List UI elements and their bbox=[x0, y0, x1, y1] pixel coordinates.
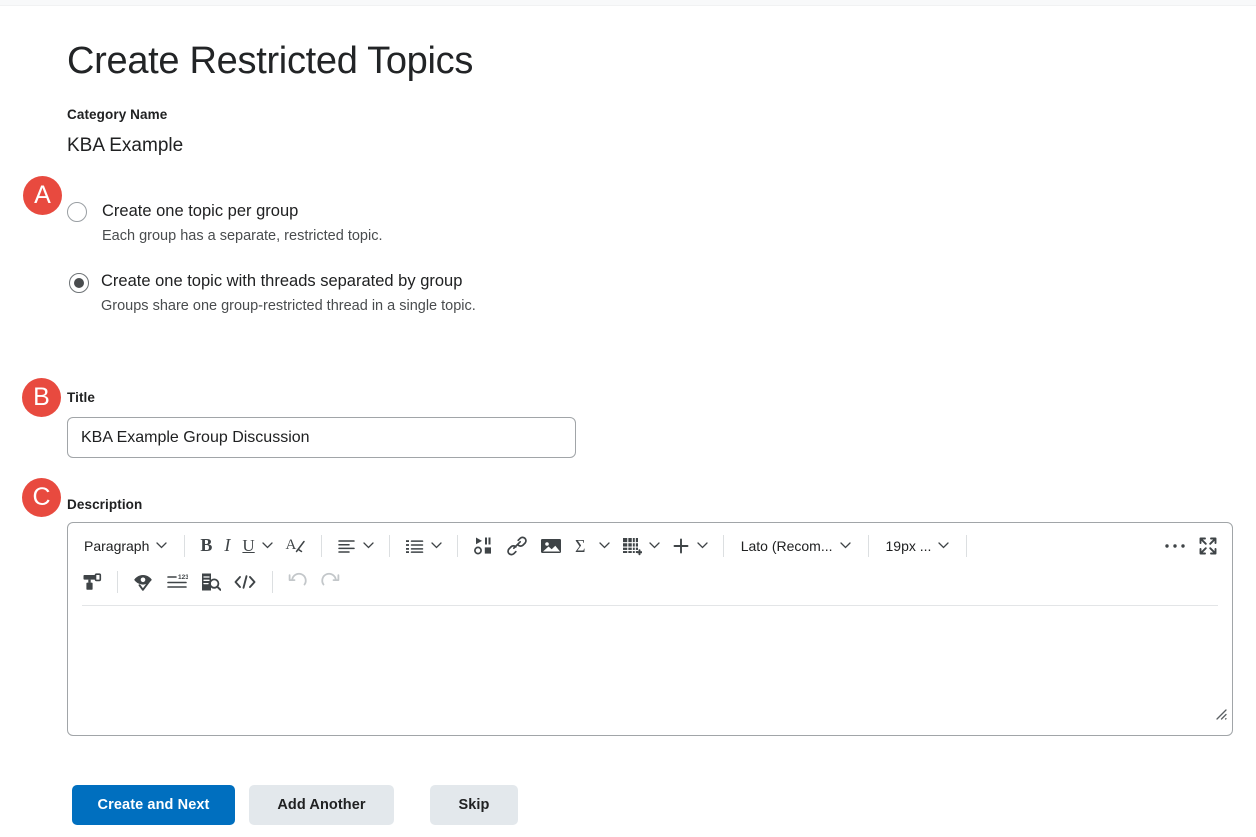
chevron-down-icon bbox=[431, 542, 442, 549]
insert-image-button[interactable] bbox=[534, 531, 568, 561]
category-name-value: KBA Example bbox=[67, 135, 183, 157]
topic-type-radio-group: Create one topic per group Each group ha… bbox=[67, 200, 667, 340]
description-editor-body[interactable] bbox=[68, 606, 1232, 724]
svg-text:123: 123 bbox=[178, 574, 188, 581]
accessibility-checker-icon bbox=[133, 572, 154, 592]
insert-image-icon bbox=[540, 537, 562, 555]
create-and-next-button[interactable]: Create and Next bbox=[72, 785, 235, 825]
radio-option-one-topic-threads-by-group[interactable]: Create one topic with threads separated … bbox=[67, 270, 667, 316]
description-rich-text-editor[interactable]: Paragraph B I U A bbox=[67, 522, 1233, 736]
description-label: Description bbox=[67, 497, 142, 512]
radio-hint: Each group has a separate, restricted to… bbox=[102, 227, 667, 246]
bold-button[interactable]: B bbox=[194, 531, 218, 561]
chevron-down-icon bbox=[840, 542, 851, 549]
underline-button[interactable]: U bbox=[236, 531, 278, 561]
title-label: Title bbox=[67, 390, 95, 405]
editor-toolbar-row-2: 123 bbox=[68, 564, 1232, 599]
clear-formatting-button[interactable]: A bbox=[279, 531, 312, 561]
toolbar-separator bbox=[184, 535, 185, 557]
undo-icon bbox=[288, 572, 308, 591]
chevron-down-icon bbox=[599, 542, 610, 549]
toolbar-separator bbox=[868, 535, 869, 557]
page-title: Create Restricted Topics bbox=[67, 38, 473, 84]
word-count-button[interactable]: 123 bbox=[160, 567, 194, 597]
radio-indicator-checked[interactable] bbox=[69, 273, 89, 293]
fullscreen-button[interactable] bbox=[1192, 531, 1224, 561]
insert-link-icon bbox=[506, 536, 528, 556]
insert-media-button[interactable] bbox=[467, 531, 500, 561]
font-family-select[interactable]: Lato (Recom... bbox=[733, 531, 859, 561]
toolbar-separator bbox=[723, 535, 724, 557]
redo-icon bbox=[320, 572, 340, 591]
callout-badge-b: B bbox=[22, 378, 61, 417]
create-restricted-topics-page: Create Restricted Topics Category Name K… bbox=[0, 0, 1256, 837]
toolbar-separator bbox=[321, 535, 322, 557]
toolbar-separator bbox=[389, 535, 390, 557]
italic-button[interactable]: I bbox=[218, 531, 236, 561]
radio-indicator-unchecked[interactable] bbox=[67, 202, 87, 222]
word-count-icon: 123 bbox=[166, 573, 188, 591]
add-another-button[interactable]: Add Another bbox=[249, 785, 394, 825]
chevron-down-icon bbox=[363, 542, 374, 549]
resize-handle-icon[interactable] bbox=[1213, 706, 1227, 720]
insert-link-button[interactable] bbox=[500, 531, 534, 561]
chevron-down-icon bbox=[262, 542, 273, 549]
svg-text:Σ: Σ bbox=[575, 536, 585, 556]
ellipsis-icon bbox=[1164, 542, 1186, 550]
skip-button[interactable]: Skip bbox=[430, 785, 518, 825]
bullet-list-button[interactable] bbox=[399, 531, 448, 561]
toolbar-separator bbox=[272, 571, 273, 593]
preview-icon bbox=[200, 572, 221, 592]
insert-table-icon bbox=[622, 536, 642, 556]
insert-media-icon bbox=[473, 536, 494, 555]
insert-table-button[interactable] bbox=[616, 531, 666, 561]
plus-icon bbox=[672, 537, 690, 555]
radio-label: Create one topic with threads separated … bbox=[101, 270, 667, 292]
chevron-down-icon bbox=[697, 542, 708, 549]
align-left-button[interactable] bbox=[331, 531, 380, 561]
title-input[interactable] bbox=[67, 417, 576, 458]
toolbar-separator bbox=[966, 535, 967, 557]
chevron-down-icon bbox=[156, 542, 167, 549]
insert-equation-icon: Σ bbox=[574, 536, 592, 556]
html-source-button[interactable] bbox=[227, 567, 263, 597]
paragraph-style-select[interactable]: Paragraph bbox=[76, 531, 175, 561]
chevron-down-icon bbox=[938, 542, 949, 549]
insert-more-button[interactable] bbox=[666, 531, 714, 561]
radio-option-one-topic-per-group[interactable]: Create one topic per group Each group ha… bbox=[67, 200, 667, 246]
clear-formatting-icon: A bbox=[285, 535, 306, 556]
format-painter-button[interactable] bbox=[76, 567, 108, 597]
fullscreen-icon bbox=[1198, 536, 1218, 556]
redo-button[interactable] bbox=[314, 567, 346, 597]
bullet-list-icon bbox=[405, 538, 424, 554]
preview-button[interactable] bbox=[194, 567, 227, 597]
callout-badge-a: A bbox=[23, 176, 62, 215]
toolbar-separator bbox=[117, 571, 118, 593]
radio-label: Create one topic per group bbox=[102, 200, 667, 222]
category-name-label: Category Name bbox=[67, 107, 167, 122]
html-source-icon bbox=[233, 574, 257, 590]
more-options-button[interactable] bbox=[1158, 531, 1192, 561]
editor-toolbar-row-1: Paragraph B I U A bbox=[68, 528, 1232, 563]
radio-hint: Groups share one group-restricted thread… bbox=[101, 297, 667, 316]
callout-badge-c: C bbox=[22, 478, 61, 517]
chevron-down-icon bbox=[649, 542, 660, 549]
toolbar-separator bbox=[457, 535, 458, 557]
align-left-icon bbox=[337, 538, 356, 554]
format-painter-icon bbox=[82, 572, 102, 592]
insert-equation-button[interactable]: Σ bbox=[568, 531, 616, 561]
accessibility-checker-button[interactable] bbox=[127, 567, 160, 597]
svg-text:A: A bbox=[285, 537, 296, 553]
font-size-select[interactable]: 19px ... bbox=[878, 531, 958, 561]
undo-button[interactable] bbox=[282, 567, 314, 597]
